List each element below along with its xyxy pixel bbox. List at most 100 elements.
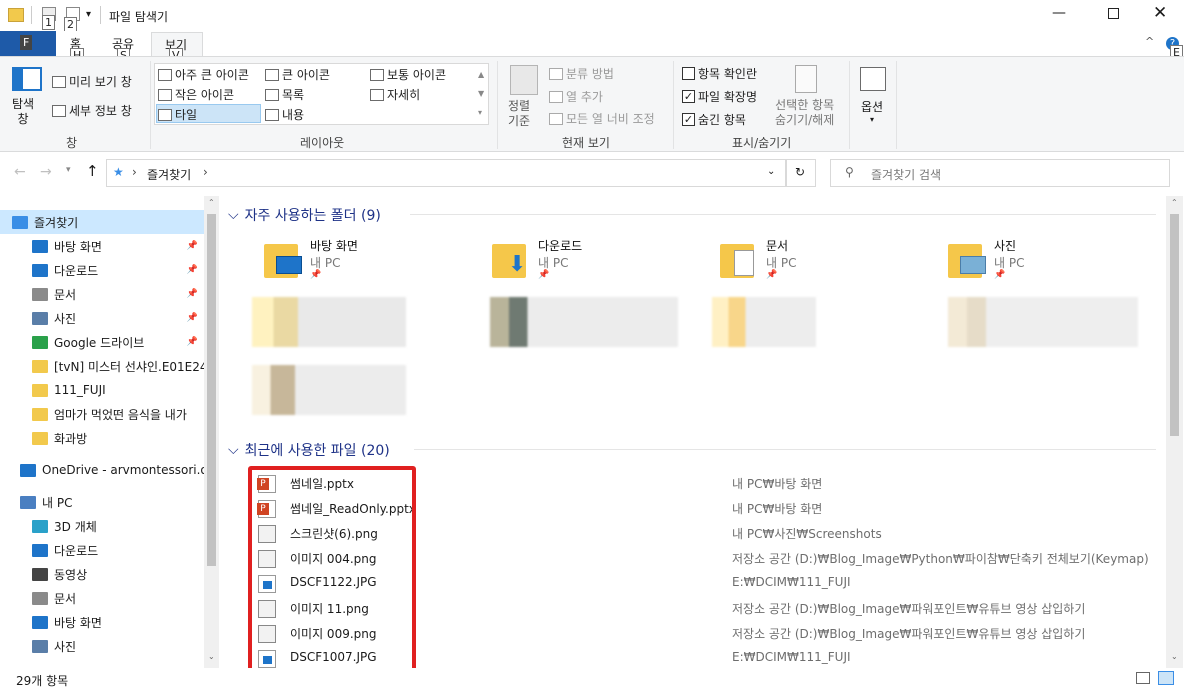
breadcrumb-path[interactable]: 즐겨찾기 <box>147 166 191 183</box>
documents-folder-icon <box>720 240 756 278</box>
group-by-button[interactable]: 분류 방법 <box>566 65 614 82</box>
list-button[interactable]: 목록 <box>282 86 304 103</box>
obscured-folder-tile[interactable] <box>490 297 678 347</box>
sidebar-item[interactable]: OneDrive - arvmontessori.org <box>0 458 204 482</box>
content-scroll-down-icon[interactable]: ⌄ <box>1171 652 1178 661</box>
sidebar-item[interactable]: 바탕 화면 📌 <box>0 234 204 258</box>
folder-tile-name[interactable]: 문서 <box>766 237 788 254</box>
sort-button[interactable]: 정렬 기준 <box>508 99 530 129</box>
sidebar-item[interactable]: 문서 📌 <box>0 282 204 306</box>
hide-selected-button[interactable]: 선택한 항목 숨기기/해제 <box>775 98 834 128</box>
sidebar-item[interactable]: 엄마가 먹었떤 음식을 내가 <box>0 402 204 426</box>
fit-columns-button[interactable]: 모든 열 너비 조정 <box>566 110 655 127</box>
details-view-icon[interactable] <box>1136 672 1150 684</box>
sidebar-item[interactable]: 바탕 화면 <box>0 610 204 634</box>
obscured-folder-tile[interactable] <box>252 365 406 415</box>
tiles-button[interactable]: 타일 <box>175 106 197 123</box>
small-icons-button[interactable]: 작은 아이콘 <box>175 86 234 103</box>
folder-tile-location: 내 PC <box>310 256 341 270</box>
options-button[interactable]: 옵션 <box>861 98 883 115</box>
sidebar-item[interactable]: 동영상 <box>0 562 204 586</box>
ribbon-view: 탐색 창 미리 보기 창 세부 정보 창 창 아주 큰 아이콘 큰 아이콘 보통… <box>0 56 1184 152</box>
frequent-folders-header[interactable]: ⌵ 자주 사용하는 폴더 (9) <box>228 205 381 225</box>
search-box[interactable]: ⚲ 즐겨찾기 검색 <box>830 159 1170 187</box>
maximize-button[interactable] <box>1108 8 1119 19</box>
medium-icons-icon <box>370 68 384 81</box>
gallery-scroll-icon[interactable]: ▲ ▼ ▾ <box>478 65 484 122</box>
sidebar-item[interactable]: [tvN] 미스터 선샤인.E01E24 <box>0 354 204 378</box>
sidebar-item-label: 엄마가 먹었떤 음식을 내가 <box>54 407 187 422</box>
content-scroll-up-icon[interactable]: ⌃ <box>1171 198 1178 207</box>
qat-dropdown-icon[interactable]: ▾ <box>86 9 91 20</box>
up-button[interactable]: ↑ <box>86 162 99 180</box>
obscured-folder-tile[interactable] <box>712 297 816 347</box>
nav-scroll-down-icon[interactable]: ⌄ <box>208 652 215 661</box>
recent-files-header[interactable]: ⌵ 최근에 사용한 파일 (20) <box>228 440 390 460</box>
forward-button[interactable]: → <box>40 164 52 180</box>
content-scrollbar[interactable]: ⌃ ⌄ <box>1166 196 1183 668</box>
hidden-items-checkbox[interactable]: ✓ <box>682 113 695 126</box>
large-icons-button[interactable]: 큰 아이콘 <box>282 66 330 83</box>
folder-tile-name[interactable]: 다운로드 <box>538 237 582 254</box>
content-button[interactable]: 내용 <box>282 106 304 123</box>
group-label-show-hide: 표시/숨기기 <box>732 136 792 150</box>
recent-locations-icon[interactable]: ▾ <box>66 165 71 175</box>
search-input[interactable]: 즐겨찾기 검색 <box>871 166 941 183</box>
sidebar-item[interactable]: 사진 <box>0 634 204 658</box>
xl-icons-icon <box>158 68 172 81</box>
address-dropdown-icon[interactable]: ⌄ <box>767 166 775 177</box>
tab-file[interactable]: F <box>0 31 56 56</box>
obscured-folder-tile[interactable] <box>948 297 1138 347</box>
obscured-folder-tile[interactable] <box>252 297 406 347</box>
folder-tile-name[interactable]: 사진 <box>994 237 1016 254</box>
sidebar-item[interactable]: 화과방 <box>0 426 204 450</box>
pin-icon: 📌 <box>186 265 198 275</box>
file-location: 저장소 공간 (D:)₩Blog_Image₩파워포인트₩유튜브 영상 삽입하기 <box>732 602 1086 616</box>
divider <box>410 214 1156 215</box>
close-button[interactable]: ✕ <box>1153 3 1167 23</box>
minimize-button[interactable]: — <box>1052 5 1066 21</box>
group-label-current-view: 현재 보기 <box>562 136 610 150</box>
folder-tile-name[interactable]: 바탕 화면 <box>310 237 358 254</box>
details-pane-button[interactable]: 세부 정보 창 <box>69 102 132 119</box>
nav-scrollbar[interactable]: ⌃ ⌄ <box>204 196 219 668</box>
sidebar-item-icon <box>32 311 48 325</box>
details-button[interactable]: 자세히 <box>387 86 420 103</box>
nav-pane-icon[interactable] <box>12 67 42 91</box>
file-ext-checkbox[interactable]: ✓ <box>682 90 695 103</box>
file-location: 저장소 공간 (D:)₩Blog_Image₩Python₩파이참₩단축키 전체… <box>732 552 1149 566</box>
address-toolbar: ← → ▾ ↑ ★ › 즐겨찾기 › ⌄ ↻ ⚲ 즐겨찾기 검색 <box>0 152 1184 196</box>
sidebar-item[interactable]: 내 PC <box>0 490 204 514</box>
sidebar-item-label: 사진 <box>54 639 77 654</box>
nav-scroll-up-icon[interactable]: ⌃ <box>208 198 215 207</box>
preview-pane-button[interactable]: 미리 보기 창 <box>69 73 132 90</box>
file-location: E:₩DCIM₩111_FUJI <box>732 650 851 664</box>
sidebar-item-label: 즐겨찾기 <box>34 215 79 230</box>
large-icons-view-icon[interactable] <box>1158 671 1174 685</box>
chevron-down-icon[interactable]: ⌵ <box>228 442 239 458</box>
address-box[interactable]: ★ › 즐겨찾기 › ⌄ <box>106 159 786 187</box>
sidebar-item[interactable]: 다운로드 <box>0 538 204 562</box>
xl-icons-button[interactable]: 아주 큰 아이콘 <box>175 66 249 83</box>
chevron-down-icon[interactable]: ⌵ <box>228 207 239 223</box>
add-columns-button[interactable]: 열 추가 <box>566 88 603 105</box>
sidebar-item-label: 다운로드 <box>54 543 99 558</box>
item-checkboxes-checkbox[interactable] <box>682 67 695 80</box>
sidebar-item[interactable]: 즐겨찾기 <box>0 210 204 234</box>
sidebar-item[interactable]: Google 드라이브 📌 <box>0 330 204 354</box>
sidebar-item[interactable]: 111_FUJI <box>0 378 204 402</box>
collapse-ribbon-icon[interactable]: ^ <box>1145 35 1154 48</box>
sidebar-item[interactable]: 문서 <box>0 586 204 610</box>
nav-scroll-thumb[interactable] <box>207 214 216 566</box>
sidebar-item[interactable]: 3D 개체 <box>0 514 204 538</box>
content-scroll-thumb[interactable] <box>1170 214 1179 436</box>
refresh-button[interactable]: ↻ <box>786 159 816 187</box>
nav-pane-button[interactable]: 탐색 창 <box>12 97 34 127</box>
breadcrumb-chevron-end-icon[interactable]: › <box>203 165 208 179</box>
sidebar-item-label: 다운로드 <box>54 263 99 278</box>
sidebar-item[interactable]: 사진 📌 <box>0 306 204 330</box>
medium-icons-button[interactable]: 보통 아이콘 <box>387 66 446 83</box>
back-button[interactable]: ← <box>14 164 26 180</box>
sidebar-item[interactable]: 다운로드 📌 <box>0 258 204 282</box>
options-dropdown-icon[interactable]: ▾ <box>870 115 874 124</box>
